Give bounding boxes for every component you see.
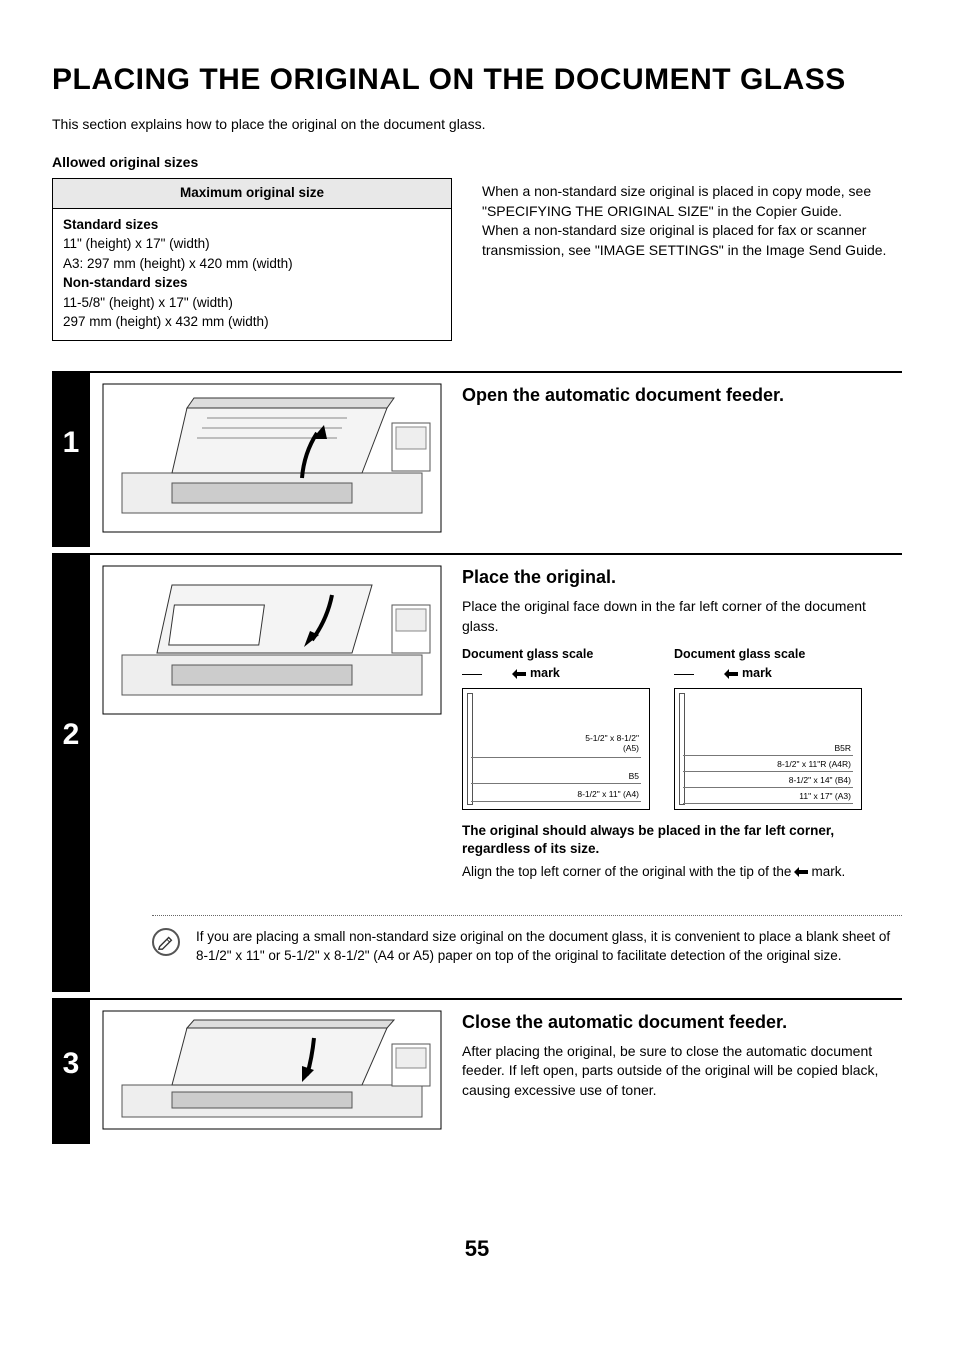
max-size-header: Maximum original size	[53, 179, 451, 208]
nonstandard-size-1: 11-5/8" (height) x 17" (width)	[63, 293, 441, 313]
mark-label-right: mark	[724, 665, 772, 682]
glass-scale-title-left: Document glass scale	[462, 646, 650, 663]
right-note-1: When a non-standard size original is pla…	[482, 182, 902, 221]
right-note-2: When a non-standard size original is pla…	[482, 221, 902, 260]
align-note: Align the top left corner of the origina…	[462, 863, 902, 881]
step-1: 1 Open the automatic document feeder.	[52, 371, 902, 547]
pencil-note-icon	[152, 928, 180, 956]
standard-size-2: A3: 297 mm (height) x 420 mm (width)	[63, 254, 441, 274]
step-2-illustration	[102, 565, 442, 881]
max-size-body: Standard sizes 11" (height) x 17" (width…	[53, 209, 451, 340]
standard-size-1: 11" (height) x 17" (width)	[63, 234, 441, 254]
glass-left-diagram: 5-1/2" x 8-1/2" (A5) B5 8-1/2" x 11" (A4…	[462, 688, 650, 810]
step-2-desc: Place the original face down in the far …	[462, 597, 902, 636]
nonstandard-size-2: 297 mm (height) x 432 mm (width)	[63, 312, 441, 332]
tip-text: If you are placing a small non-standard …	[196, 928, 902, 966]
sizes-row: Maximum original size Standard sizes 11"…	[52, 178, 902, 341]
tip-note: If you are placing a small non-standard …	[152, 915, 902, 978]
center-mark-icon	[794, 867, 808, 877]
max-size-table: Maximum original size Standard sizes 11"…	[52, 178, 452, 341]
center-mark-icon	[724, 669, 738, 679]
page-title: PLACING THE ORIGINAL ON THE DOCUMENT GLA…	[52, 60, 902, 101]
glass-right-diagram: B5R 8-1/2" x 11"R (A4R) 8-1/2" x 14" (B4…	[674, 688, 862, 810]
step-1-illustration	[102, 383, 442, 533]
center-mark-icon	[512, 669, 526, 679]
step-3-heading: Close the automatic document feeder.	[462, 1010, 902, 1034]
step-3-desc: After placing the original, be sure to c…	[462, 1042, 902, 1101]
step-2-number: 2	[52, 555, 90, 992]
step-1-content: Open the automatic document feeder.	[90, 373, 902, 547]
nonstandard-sizes-label: Non-standard sizes	[63, 273, 441, 293]
step-1-number: 1	[52, 373, 90, 547]
glass-scale-title-right: Document glass scale	[674, 646, 862, 663]
standard-sizes-label: Standard sizes	[63, 215, 441, 235]
step-2: 2 Place the original. Place the origin	[52, 553, 902, 992]
glass-scale-diagrams: Document glass scale mark 5-1/2" x 8-1/2…	[462, 646, 902, 810]
step-1-text: Open the automatic document feeder.	[462, 383, 902, 533]
step-3-illustration	[102, 1010, 442, 1130]
step-2-heading: Place the original.	[462, 565, 902, 589]
step-1-heading: Open the automatic document feeder.	[462, 383, 902, 407]
step-2-content: Place the original. Place the original f…	[90, 555, 902, 992]
page-number: 55	[52, 1234, 902, 1264]
allowed-sizes-heading: Allowed original sizes	[52, 153, 902, 172]
step-3-text: Close the automatic document feeder. Aft…	[462, 1010, 902, 1130]
glass-scale-left: Document glass scale mark 5-1/2" x 8-1/2…	[462, 646, 650, 810]
step-2-text: Place the original. Place the original f…	[462, 565, 902, 881]
right-reference-note: When a non-standard size original is pla…	[482, 178, 902, 341]
step-3-content: Close the automatic document feeder. Aft…	[90, 1000, 902, 1144]
intro-text: This section explains how to place the o…	[52, 115, 902, 134]
step-3-number: 3	[52, 1000, 90, 1144]
step-3: 3 Close the automatic document feeder. A…	[52, 998, 902, 1144]
corner-placement-note: The original should always be placed in …	[462, 822, 902, 858]
mark-label-left: mark	[512, 665, 560, 682]
glass-scale-right: Document glass scale mark B5R	[674, 646, 862, 810]
